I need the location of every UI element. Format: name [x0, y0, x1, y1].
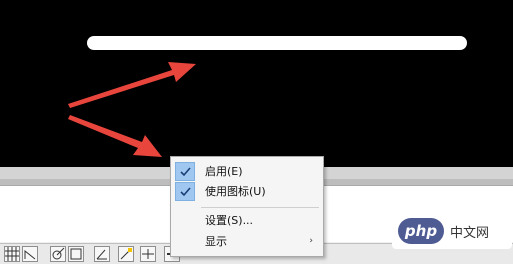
menu-item-label: 使用图标(U) [205, 185, 266, 198]
logo-text: php [404, 222, 438, 240]
check-icon [175, 162, 195, 181]
object-snap-icon[interactable] [118, 246, 134, 262]
context-menu: 启用(E) 使用图标(U) 设置(S)... 显示 › [170, 156, 324, 257]
dynamic-input-icon[interactable] [140, 246, 156, 262]
menu-item-use-icon[interactable]: 使用图标(U) [173, 181, 321, 202]
snap-icon[interactable] [22, 246, 38, 262]
menu-item-label: 设置(S)... [205, 214, 254, 227]
menu-item-enable[interactable]: 启用(E) [173, 161, 321, 182]
site-text: 中文网 [450, 226, 490, 241]
chevron-right-icon: › [309, 236, 313, 246]
check-icon [175, 182, 195, 201]
php-logo: php [398, 218, 444, 244]
angle-icon[interactable] [94, 246, 110, 262]
menu-separator [201, 207, 319, 208]
annotation-arrow-lower [68, 115, 162, 157]
grid-icon[interactable] [4, 246, 20, 262]
menu-item-display[interactable]: 显示 › [173, 231, 321, 252]
menu-item-label: 显示 [205, 235, 227, 248]
ortho-icon[interactable] [50, 246, 66, 262]
drawing-canvas [0, 0, 513, 180]
watermark: php 中文网 [392, 213, 512, 249]
annotation-arrow-upper [68, 62, 196, 108]
menu-item-label: 启用(E) [205, 165, 243, 178]
menu-item-settings[interactable]: 设置(S)... [173, 210, 321, 231]
annotation-arrows [68, 62, 196, 157]
polar-icon[interactable] [68, 246, 84, 262]
